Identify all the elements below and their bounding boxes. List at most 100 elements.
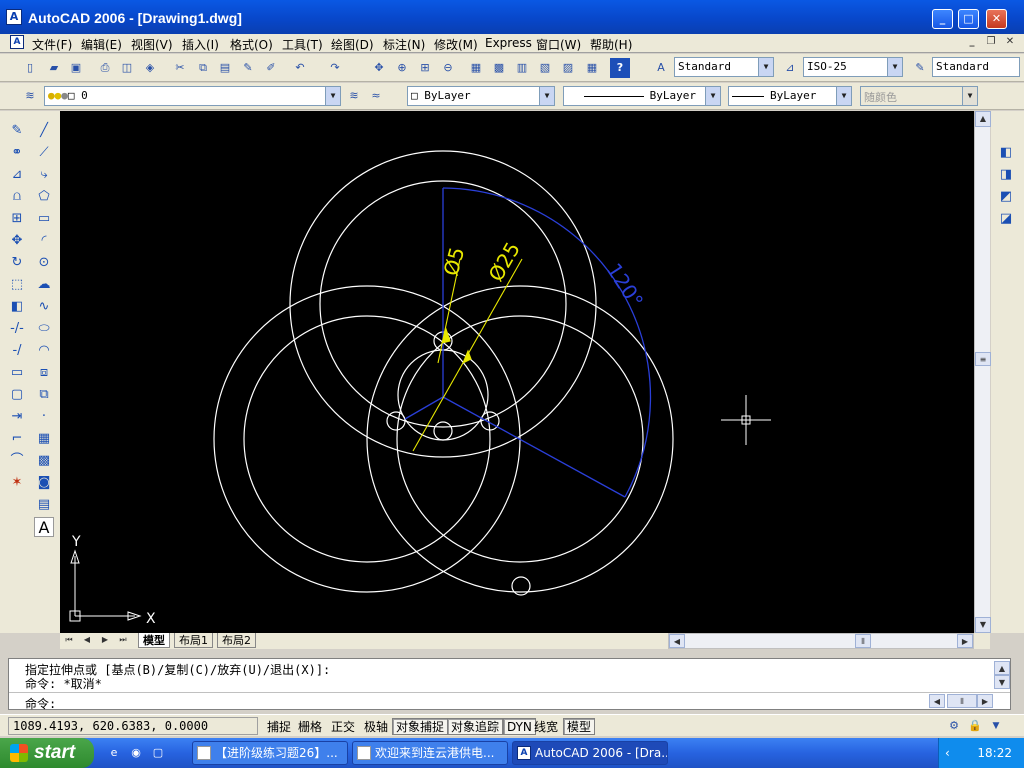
extend-icon[interactable]: -/ — [7, 341, 27, 361]
lock-toolbars-icon[interactable]: 🔒 — [965, 716, 985, 736]
make-block-icon[interactable]: ⧉ — [34, 385, 54, 405]
point-icon[interactable]: · — [34, 407, 54, 427]
model-toggle[interactable]: 模型 — [563, 718, 596, 735]
tray-expand-icon[interactable]: ‹ — [945, 738, 950, 768]
cmd-scroll-up-icon[interactable]: ▲ — [994, 661, 1010, 675]
draw-order-back-icon[interactable]: ◨ — [996, 165, 1016, 185]
match-properties-icon[interactable]: ✎ — [238, 58, 258, 78]
table-icon[interactable]: ▤ — [34, 495, 54, 515]
help-icon[interactable]: ? — [610, 58, 630, 78]
multiline-text-icon[interactable]: A — [34, 517, 54, 537]
move-icon[interactable]: ✥ — [7, 231, 27, 251]
clock[interactable]: 18:22 — [977, 746, 1012, 760]
erase-icon[interactable]: ✎ — [7, 121, 27, 141]
arc-icon[interactable]: ◜ — [34, 231, 54, 251]
layer-select[interactable]: ●●●□ 0 ▼ — [44, 86, 341, 106]
next-tab-icon[interactable]: ▶ — [98, 633, 112, 647]
draw-order-front-icon[interactable]: ◧ — [996, 143, 1016, 163]
vertical-scrollbar[interactable]: ▲ ≡ ▼ — [974, 111, 991, 633]
scroll-right-icon[interactable]: ▶ — [957, 634, 973, 648]
offset-icon[interactable]: ⩍ — [7, 187, 27, 207]
mdi-close-button[interactable]: ✕ — [1002, 36, 1018, 50]
print-icon[interactable]: ⎙ — [95, 58, 115, 78]
stretch-icon[interactable]: ◧ — [7, 297, 27, 317]
rotate-icon[interactable]: ↻ — [7, 253, 27, 273]
menu-window[interactable]: 窗口(W) — [536, 36, 581, 53]
cmd-scroll-right-icon[interactable]: ▶ — [977, 694, 993, 708]
menu-express[interactable]: Express — [485, 36, 532, 50]
polygon-icon[interactable]: ⬠ — [34, 187, 54, 207]
menu-draw[interactable]: 绘图(D) — [331, 36, 374, 53]
ortho-toggle[interactable]: 正交 — [327, 718, 359, 735]
region-icon[interactable]: ◙ — [34, 473, 54, 493]
minimize-button[interactable]: _ — [932, 9, 953, 29]
scroll-up-icon[interactable]: ▲ — [975, 111, 991, 127]
command-window[interactable]: 指定拉伸点或 [基点(B)/复制(C)/放弃(U)/退出(X)]: 命令: *取… — [8, 658, 1011, 712]
properties-icon[interactable]: ▦ — [466, 58, 486, 78]
sheet-set-icon[interactable]: ▧ — [535, 58, 555, 78]
lineweight-toggle[interactable]: 线宽 — [530, 718, 562, 735]
menu-view[interactable]: 视图(V) — [131, 36, 173, 53]
chevron-down-icon[interactable]: ▼ — [836, 87, 851, 105]
taskbar-item-autocad[interactable]: A AutoCAD 2006 - [Dra... — [512, 741, 668, 765]
chevron-down-icon[interactable]: ▼ — [887, 58, 902, 76]
line-icon[interactable]: ╱ — [34, 121, 54, 141]
make-current-layer-icon[interactable]: ≋ — [344, 86, 364, 106]
linetype-select[interactable]: ByLayer ▼ — [563, 86, 721, 106]
explode-icon[interactable]: ✶ — [7, 473, 27, 493]
ellipse-arc-icon[interactable]: ◠ — [34, 341, 54, 361]
pan-icon[interactable]: ✥ — [369, 58, 389, 78]
block-editor-icon[interactable]: ✐ — [261, 58, 281, 78]
chevron-down-icon[interactable]: ▼ — [758, 58, 773, 76]
chevron-down-icon[interactable]: ▼ — [539, 87, 554, 105]
taskbar-item-browser[interactable]: 欢迎来到连云港供电... — [352, 741, 508, 765]
save-icon[interactable]: ▣ — [66, 58, 86, 78]
last-tab-icon[interactable]: ⏭ — [116, 633, 130, 647]
send-under-icon[interactable]: ◪ — [996, 209, 1016, 229]
command-prompt[interactable]: 命令: — [25, 695, 56, 712]
polar-toggle[interactable]: 极轴 — [360, 718, 392, 735]
break-icon[interactable]: ▢ — [7, 385, 27, 405]
circle-icon[interactable]: ⊙ — [34, 253, 54, 273]
chevron-down-icon[interactable]: ▼ — [705, 87, 720, 105]
ellipse-icon[interactable]: ⬭ — [34, 319, 54, 339]
join-icon[interactable]: ⇥ — [7, 407, 27, 427]
dim-style-select[interactable]: ISO-25 ▼ — [803, 57, 903, 77]
ie-icon[interactable]: e — [104, 743, 124, 763]
fillet-icon[interactable]: ⌒ — [7, 451, 27, 471]
undo-icon[interactable]: ↶ — [290, 58, 310, 78]
break-at-point-icon[interactable]: ▭ — [7, 363, 27, 383]
table-style-select[interactable]: Standard — [932, 57, 1020, 77]
title-bar[interactable]: A AutoCAD 2006 - [Drawing1.dwg] _ □ ✕ — [0, 0, 1024, 34]
start-button[interactable]: start — [0, 738, 94, 768]
lineweight-select[interactable]: ByLayer ▼ — [728, 86, 852, 106]
mirror-icon[interactable]: ⊿ — [7, 165, 27, 185]
rectangle-icon[interactable]: ▭ — [34, 209, 54, 229]
open-icon[interactable]: ▰ — [44, 58, 64, 78]
color-select[interactable]: □ ByLayer ▼ — [407, 86, 555, 106]
chamfer-icon[interactable]: ⌐ — [7, 429, 27, 449]
cmd-scroll-down-icon[interactable]: ▼ — [994, 675, 1010, 689]
snap-toggle[interactable]: 捕捉 — [263, 718, 295, 735]
chevron-down-icon[interactable]: ▼ — [325, 87, 340, 105]
bring-above-icon[interactable]: ◩ — [996, 187, 1016, 207]
table-style-icon[interactable]: ✎ — [910, 58, 930, 78]
tab-layout2[interactable]: 布局2 — [217, 633, 256, 648]
construction-line-icon[interactable]: ⟋ — [34, 143, 54, 163]
menu-tools[interactable]: 工具(T) — [282, 36, 323, 53]
gradient-icon[interactable]: ▩ — [34, 451, 54, 471]
text-style-select[interactable]: Standard ▼ — [674, 57, 774, 77]
cmd-scroll-thumb[interactable]: ⦀ — [947, 694, 977, 708]
scroll-down-icon[interactable]: ▼ — [975, 617, 991, 633]
menu-help[interactable]: 帮助(H) — [590, 36, 632, 53]
menu-dimension[interactable]: 标注(N) — [383, 36, 425, 53]
trim-icon[interactable]: -/- — [7, 319, 27, 339]
array-icon[interactable]: ⊞ — [7, 209, 27, 229]
plot-preview-icon[interactable]: ◫ — [117, 58, 137, 78]
menu-edit[interactable]: 编辑(E) — [81, 36, 122, 53]
horizontal-scroll-thumb[interactable]: ⦀ — [855, 634, 871, 648]
coordinate-display[interactable]: 1089.4193, 620.6383, 0.0000 — [8, 717, 258, 735]
insert-block-icon[interactable]: ⧈ — [34, 363, 54, 383]
revision-cloud-icon[interactable]: ☁ — [34, 275, 54, 295]
otrack-toggle[interactable]: 对象追踪 — [447, 718, 504, 735]
